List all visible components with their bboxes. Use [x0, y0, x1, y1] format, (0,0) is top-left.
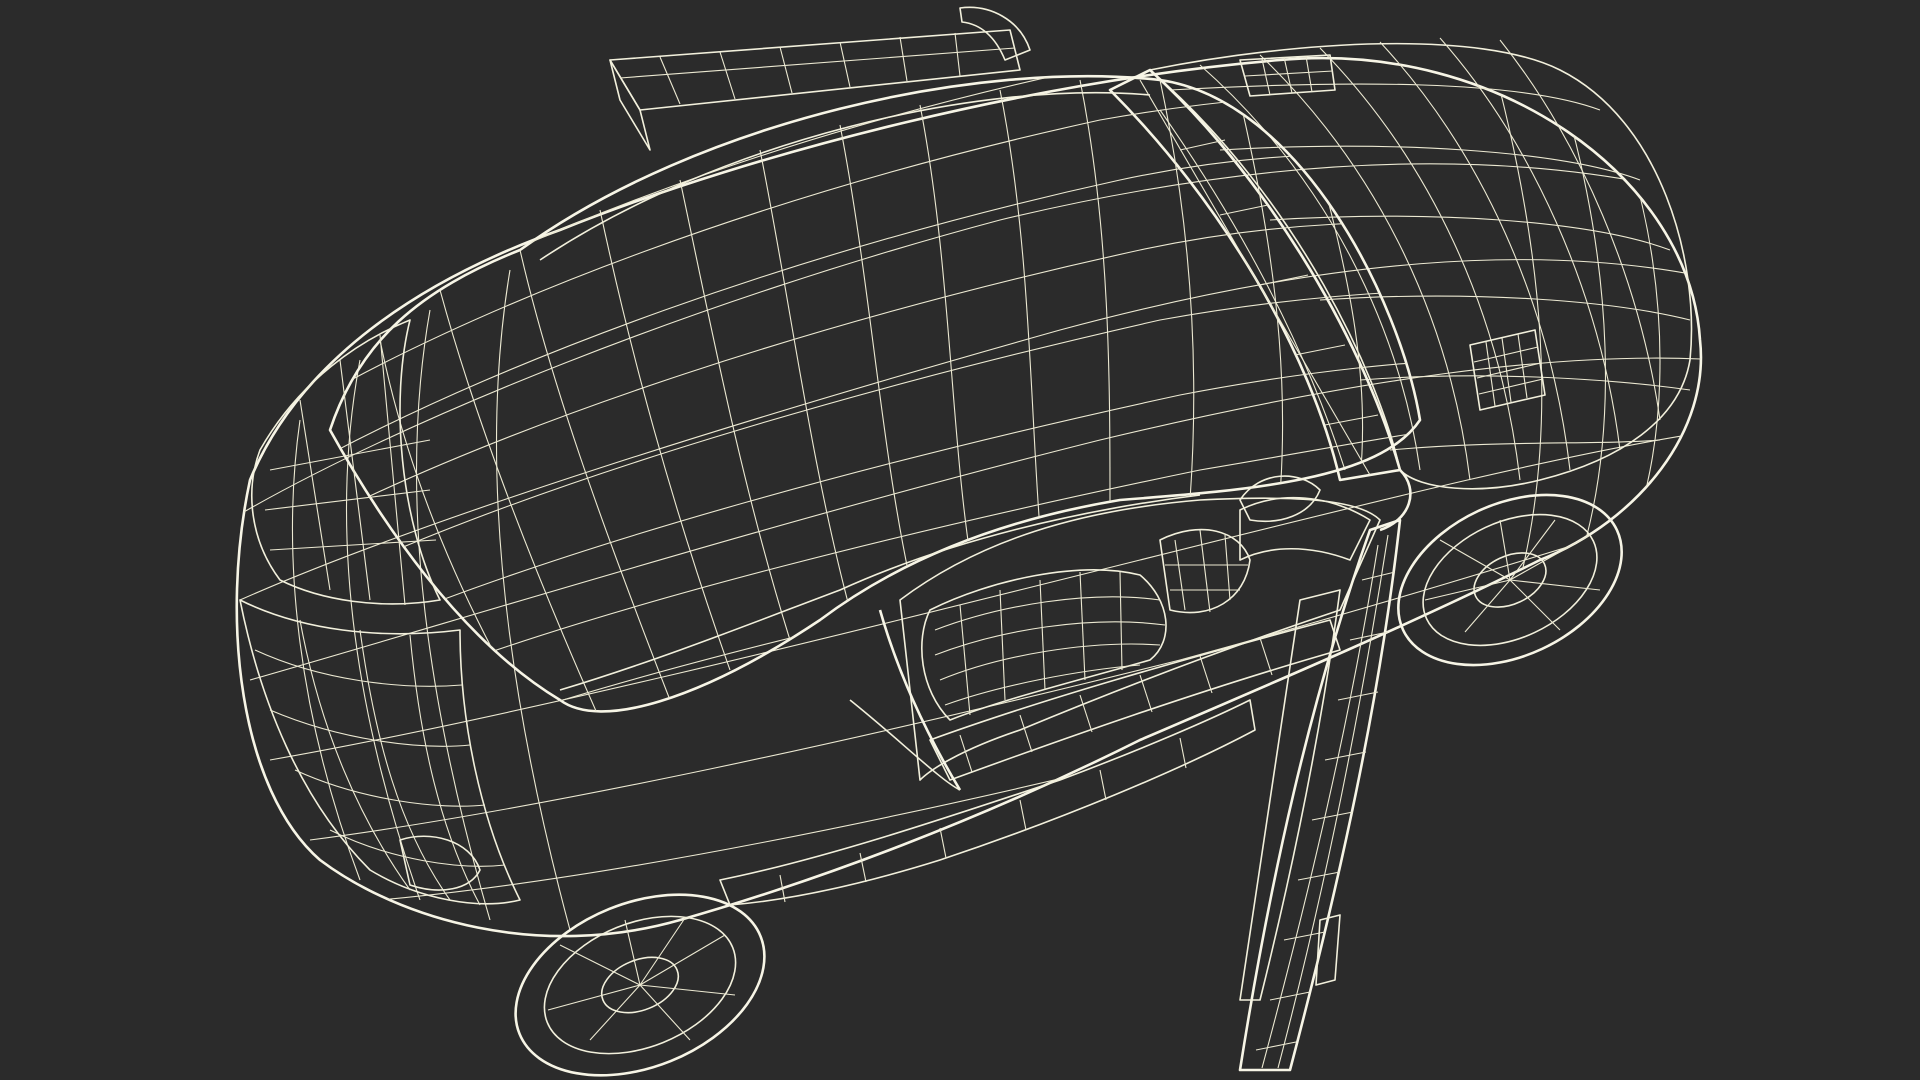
- rear-section: [239, 319, 521, 906]
- windshield: [1108, 68, 1402, 482]
- viewport-3d[interactable]: [0, 0, 1920, 1080]
- side-skirt: [719, 699, 1256, 906]
- door-frame: [849, 469, 1412, 791]
- front-right-wheel: [1397, 493, 1623, 667]
- roof-panel: [328, 74, 1422, 713]
- rear-spoiler: [609, 6, 1031, 151]
- car-wireframe-render: [235, 6, 1703, 1077]
- rear-left-wheel: [514, 893, 766, 1077]
- car-body: [235, 56, 1703, 938]
- hood-vent: [1469, 329, 1546, 411]
- open-driver-door: [1238, 518, 1402, 1072]
- driver-seat: [921, 528, 1251, 721]
